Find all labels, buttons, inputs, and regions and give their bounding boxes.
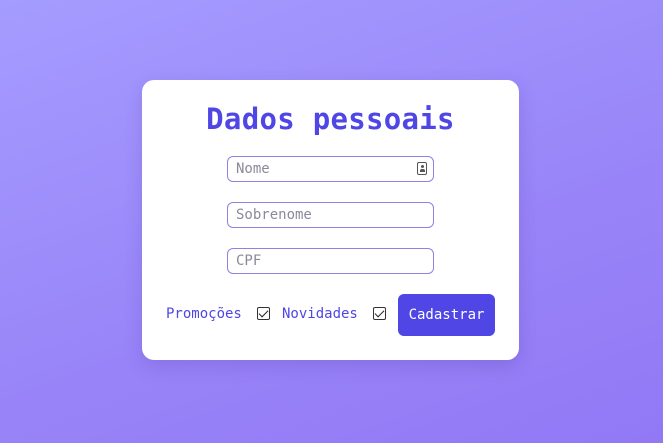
promocoes-checkbox[interactable] [257, 307, 270, 320]
sobrenome-input[interactable] [228, 203, 433, 227]
nome-input[interactable] [228, 157, 433, 181]
sobrenome-field[interactable] [227, 202, 434, 228]
form-title: Dados pessoais [206, 102, 455, 136]
promocoes-label[interactable]: Promoções [166, 306, 242, 322]
novidades-label[interactable]: Novidades [282, 306, 358, 322]
cadastrar-button[interactable]: Cadastrar [398, 294, 495, 336]
cpf-field[interactable] [227, 248, 434, 274]
nome-field[interactable] [227, 156, 434, 182]
personal-data-form-card: Dados pessoais Promoções Novidades Cadas… [142, 80, 519, 360]
novidades-checkbox[interactable] [373, 307, 386, 320]
cpf-input[interactable] [228, 249, 433, 273]
contact-card-icon[interactable] [417, 162, 427, 175]
